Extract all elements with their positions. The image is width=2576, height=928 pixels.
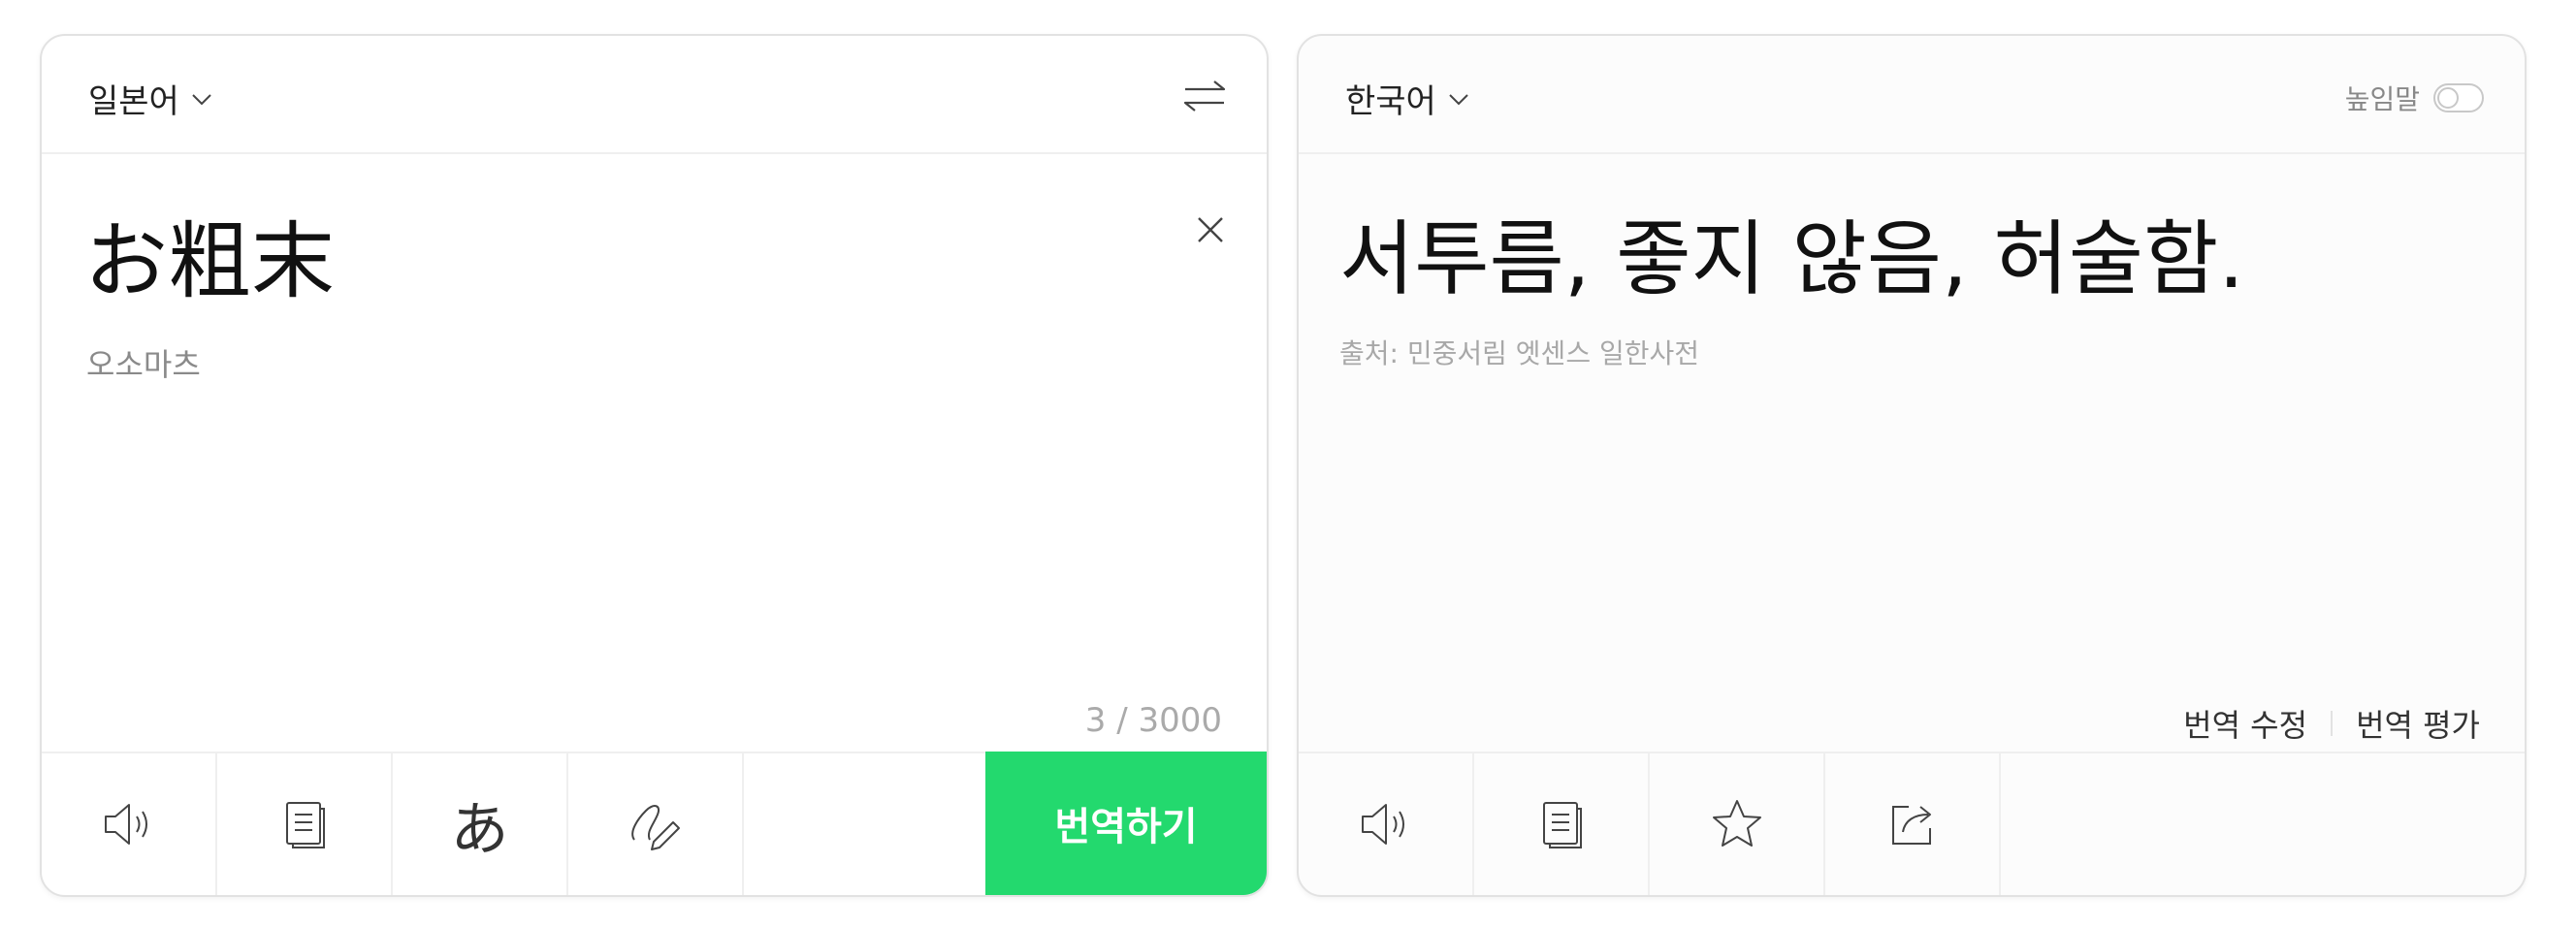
- source-language-select[interactable]: 일본어: [88, 75, 214, 122]
- copy-source-button[interactable]: [217, 753, 393, 895]
- target-toolbar: [1299, 752, 2525, 895]
- honorific-toggle[interactable]: [2433, 83, 2484, 112]
- chevron-down-icon: [192, 93, 211, 105]
- character-count: 3 / 3000: [1084, 701, 1222, 740]
- share-button[interactable]: [1825, 753, 2001, 895]
- source-text-input[interactable]: お粗末: [84, 220, 335, 304]
- honorific-label: 높임말: [2344, 83, 2420, 115]
- target-language-label: 한국어: [1345, 82, 1436, 121]
- translated-text: 서투름, 좋지 않음, 허술함.: [1339, 211, 2245, 306]
- source-reading: 오소마츠: [86, 346, 201, 383]
- target-language-select[interactable]: 한국어: [1345, 75, 1471, 122]
- source-panel: 일본어 お粗末 오소마츠 3 / 3000 あ 번역하기: [40, 34, 1269, 897]
- speaker-icon: [104, 804, 147, 845]
- handwriting-button[interactable]: [568, 753, 744, 895]
- handwriting-icon: [630, 805, 680, 850]
- favorite-button[interactable]: [1650, 753, 1825, 895]
- translate-button[interactable]: 번역하기: [985, 752, 1267, 895]
- listen-source-button[interactable]: [42, 753, 217, 895]
- source-header: 일본어: [42, 36, 1267, 154]
- dictionary-source: 출처: 민중서림 엣센스 일한사전: [1339, 337, 1700, 369]
- edit-translation-link[interactable]: 번역 수정: [2183, 701, 2307, 746]
- chevron-down-icon: [1449, 93, 1468, 105]
- target-panel: 한국어 높임말 서투름, 좋지 않음, 허술함. 출처: 민중서림 엣센스 일한…: [1297, 34, 2527, 897]
- star-icon: [1712, 800, 1761, 847]
- toggle-knob: [2437, 87, 2459, 109]
- hiragana-button[interactable]: あ: [393, 753, 568, 895]
- rate-translation-link[interactable]: 번역 평가: [2356, 701, 2480, 746]
- copy-icon: [285, 802, 325, 848]
- translation-feedback: 번역 수정 번역 평가: [2183, 701, 2480, 746]
- source-language-label: 일본어: [88, 82, 179, 121]
- swap-languages-icon[interactable]: [1181, 73, 1228, 119]
- copy-translation-button[interactable]: [1474, 753, 1650, 895]
- copy-icon: [1542, 802, 1582, 848]
- hiragana-icon: あ: [450, 795, 509, 864]
- share-icon: [1891, 806, 1931, 845]
- listen-translation-button[interactable]: [1299, 753, 1474, 895]
- close-icon[interactable]: [1191, 210, 1230, 249]
- target-header: 한국어 높임말: [1299, 36, 2525, 154]
- speaker-icon: [1361, 804, 1404, 845]
- honorific-control: 높임말: [2345, 79, 2484, 117]
- feedback-divider: [2331, 711, 2334, 736]
